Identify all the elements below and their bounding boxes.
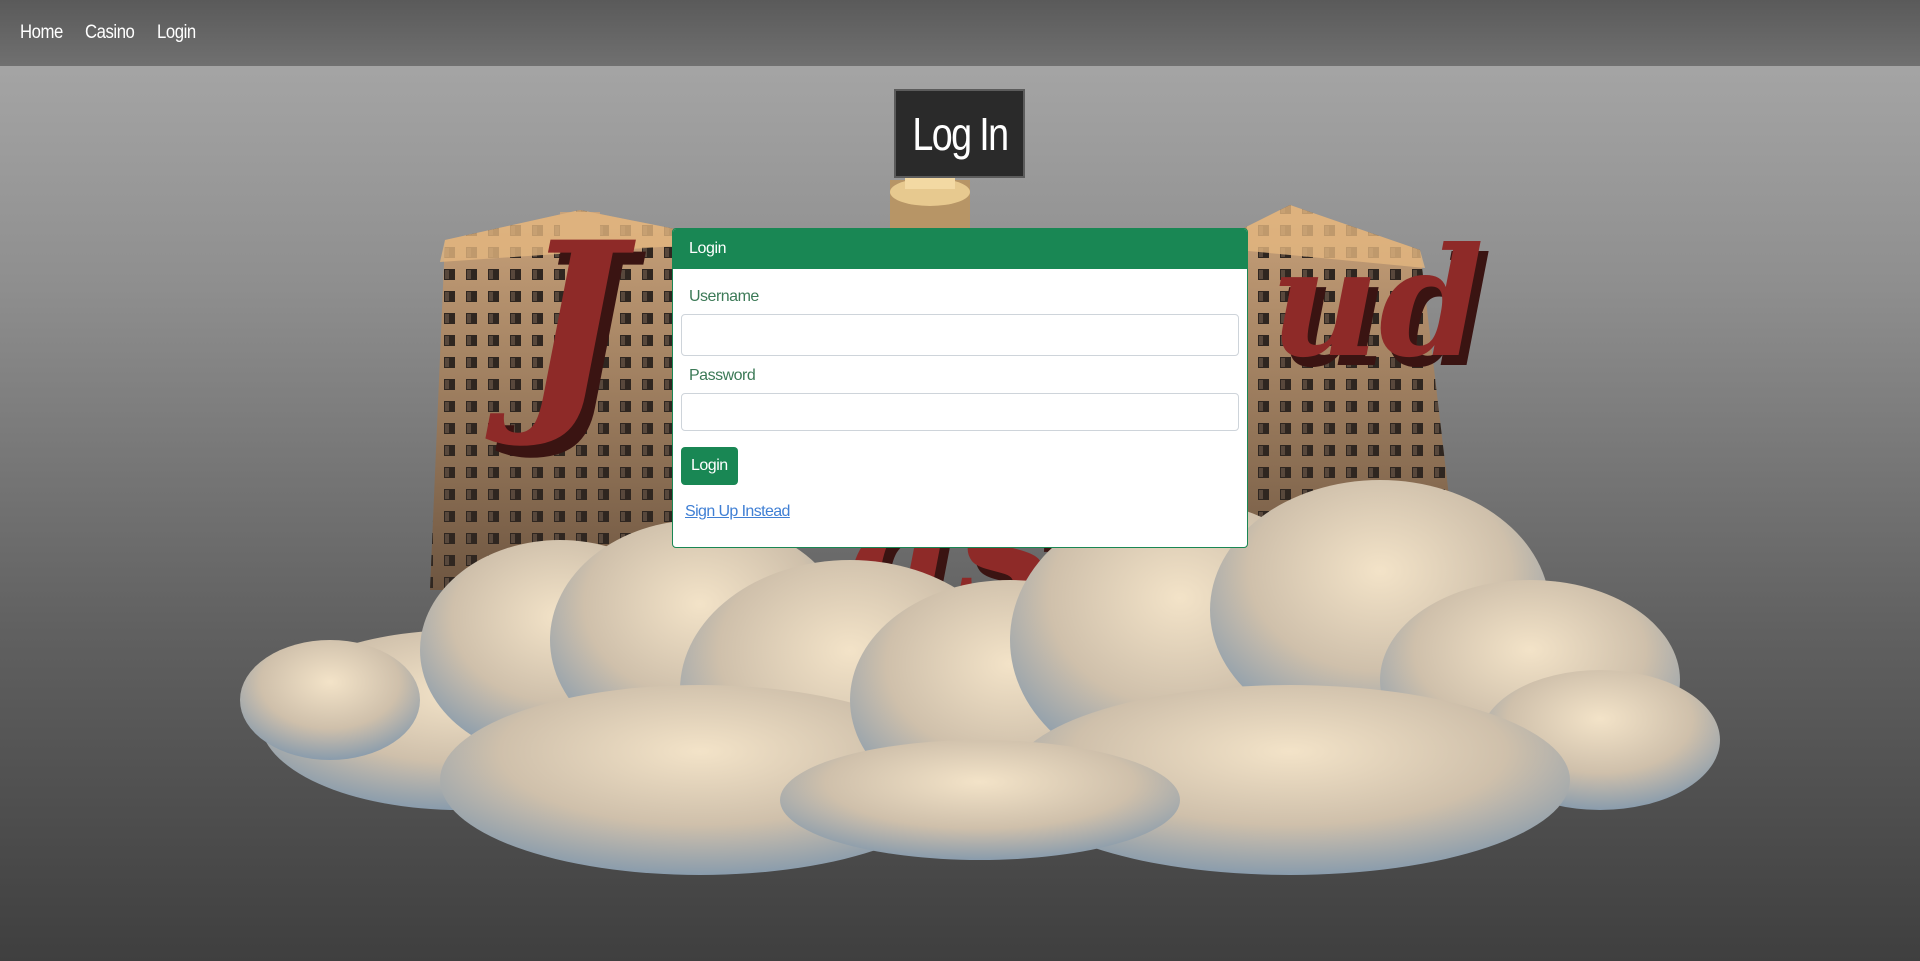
login-submit-button[interactable]: Login — [681, 447, 738, 485]
page-title-box: Log In — [894, 89, 1025, 178]
username-label: Username — [689, 288, 759, 305]
nav-casino-link[interactable]: Casino — [85, 22, 135, 44]
password-label: Password — [689, 367, 756, 384]
nav-login-link[interactable]: Login — [157, 22, 196, 44]
nav-home-link[interactable]: Home — [20, 22, 63, 44]
password-input[interactable] — [681, 393, 1239, 431]
signup-link[interactable]: Sign Up Instead — [681, 503, 1239, 521]
login-card: Login Username Password Login Sign Up In… — [672, 228, 1248, 548]
svg-text:ud: ud — [1270, 215, 1484, 391]
page-title: Log In — [911, 107, 1009, 160]
username-input[interactable] — [681, 314, 1239, 356]
login-card-body: Username Password Login Sign Up Instead — [673, 288, 1247, 521]
top-navbar: Home Casino Login — [0, 0, 1920, 66]
login-card-header: Login — [673, 229, 1247, 269]
